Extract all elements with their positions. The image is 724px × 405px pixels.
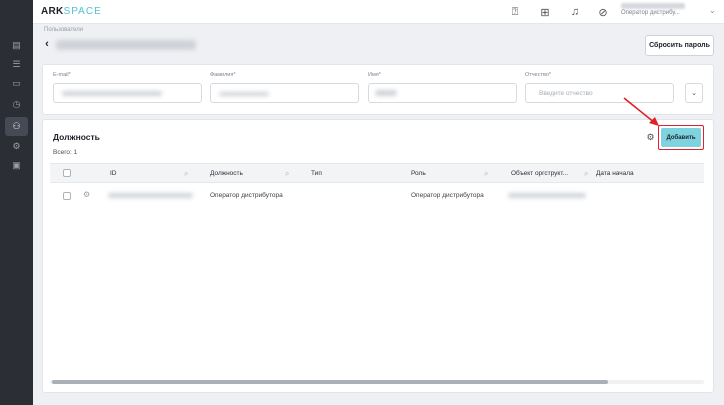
col-role[interactable]: Роль: [411, 170, 426, 177]
history-icon[interactable]: ◷: [5, 95, 28, 114]
positions-title: Должность: [53, 132, 100, 142]
apps-icon[interactable]: ⊞: [538, 5, 552, 19]
row-id-redacted: [108, 193, 193, 198]
calendar-icon[interactable]: ▣: [5, 156, 28, 175]
positions-card: [42, 119, 714, 393]
search-icon[interactable]: ⌕: [484, 169, 488, 179]
left-rail: ▤ ☰ ▭ ◷ ⚇ ⚙ ▣: [0, 0, 33, 405]
table-row[interactable]: ⚙ Оператор дистрибутора Оператор дистриб…: [50, 184, 704, 208]
col-type[interactable]: Тип: [311, 170, 322, 177]
row-checkbox[interactable]: [63, 192, 71, 200]
table-settings-icon[interactable]: ⚙: [644, 130, 657, 145]
chevron-down-icon[interactable]: ⌄: [709, 6, 716, 15]
col-org-object[interactable]: Объект оргструкт...: [511, 170, 568, 177]
row-settings-icon[interactable]: ⚙: [83, 190, 90, 199]
lastname-value-redacted: [219, 92, 269, 96]
horizontal-scrollbar[interactable]: [50, 380, 704, 384]
firstname-value-redacted: [375, 90, 397, 96]
search-icon[interactable]: ⌕: [285, 169, 289, 179]
email-value-redacted: [62, 91, 162, 96]
expand-button[interactable]: ⌄: [685, 83, 703, 103]
top-header: ARKSPACE ⍰ ⊞ ♫ ⊘ Оператор дистрибу... ⌄: [33, 0, 724, 24]
select-all-checkbox[interactable]: [63, 169, 71, 177]
firstname-field[interactable]: [368, 83, 517, 103]
user-role: Оператор дистрибу...: [621, 10, 680, 16]
scrollbar-thumb[interactable]: [52, 380, 608, 384]
patronymic-placeholder: Введите отчество: [539, 90, 593, 97]
patronymic-label: Отчество*: [525, 72, 552, 78]
search-icon[interactable]: ⌕: [184, 169, 188, 179]
app-window: ▤ ☰ ▭ ◷ ⚇ ⚙ ▣ ARKSPACE ⍰ ⊞ ♫ ⊘ Оператор …: [0, 0, 724, 405]
search-icon[interactable]: ⌕: [584, 169, 588, 179]
col-start-date[interactable]: Дата начала: [596, 170, 634, 177]
email-label: E-mail*: [53, 72, 71, 78]
settings-icon[interactable]: ⚙: [5, 137, 28, 156]
col-position[interactable]: Должность: [210, 170, 243, 177]
col-id[interactable]: ID: [110, 170, 117, 177]
table-header: ID ⌕ Должность ⌕ Тип Роль ⌕ Объект оргст…: [50, 163, 704, 183]
breadcrumb[interactable]: Пользователи: [44, 27, 83, 33]
lastname-field[interactable]: [210, 83, 359, 103]
grid-icon[interactable]: ▤: [5, 36, 28, 55]
reset-password-button[interactable]: Сбросить пароль: [645, 35, 714, 56]
back-arrow-icon[interactable]: ‹: [41, 38, 53, 50]
email-field[interactable]: [53, 83, 202, 103]
row-position: Оператор дистрибутора: [210, 192, 283, 199]
compass-icon[interactable]: ⊘: [596, 5, 610, 19]
add-position-button[interactable]: Добавить: [661, 128, 701, 147]
positions-total: Всего: 1: [53, 149, 78, 156]
firstname-label: Имя*: [368, 72, 381, 78]
monitor-icon[interactable]: ▭: [5, 74, 28, 93]
chevron-down-icon: ⌄: [691, 90, 697, 97]
lastname-label: Фамилия*: [210, 72, 236, 78]
app-logo[interactable]: ARKSPACE: [41, 6, 102, 17]
help-icon[interactable]: ⍰: [508, 5, 522, 19]
logo-secondary: SPACE: [63, 6, 102, 17]
users-icon[interactable]: ⚇: [5, 117, 28, 136]
layers-icon[interactable]: ☰: [5, 55, 28, 74]
row-org-object-redacted: [508, 193, 586, 198]
annotation-arrow: [623, 97, 659, 126]
user-name-redacted: [621, 3, 685, 9]
bell-icon[interactable]: ♫: [568, 5, 582, 19]
row-role: Оператор дистрибутора: [411, 192, 484, 199]
page-title-redacted: [56, 40, 196, 50]
logo-primary: ARK: [41, 6, 64, 17]
